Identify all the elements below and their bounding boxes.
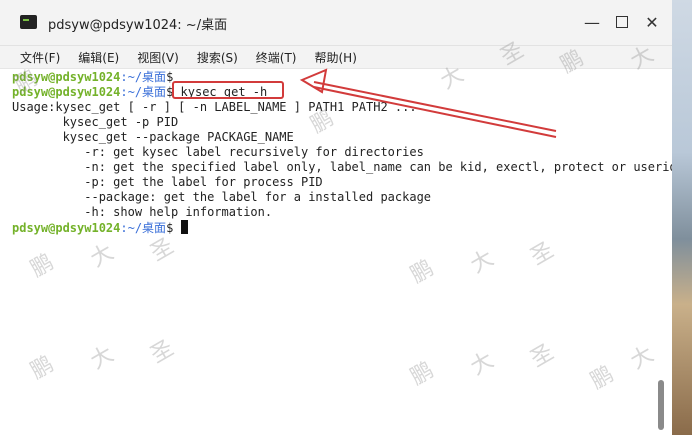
terminal-app-icon — [20, 15, 37, 29]
menu-view[interactable]: 视图(V) — [137, 49, 179, 66]
output-line: kysec_get -p PID — [12, 115, 179, 129]
output-line: Usage:kysec_get [ -r ] [ -n LABEL_NAME ]… — [12, 100, 417, 114]
prompt-line-3: pdsyw@pdsyw1024:~/桌面$ — [12, 220, 188, 236]
annotation-highlight-box — [172, 81, 284, 99]
menu-terminal[interactable]: 终端(T) — [256, 49, 297, 66]
close-button[interactable]: ✕ — [642, 12, 662, 32]
prompt-path: :~/桌面 — [120, 70, 167, 84]
prompt-user: pdsyw@pdsyw1024 — [12, 70, 121, 84]
output-line: --package: get the label for a installed… — [12, 190, 432, 204]
prompt-line-1: pdsyw@pdsyw1024:~/桌面$ — [12, 70, 173, 85]
text-cursor — [180, 220, 188, 234]
close-icon: ✕ — [645, 12, 659, 32]
output-line: -n: get the specified label only, label_… — [12, 160, 672, 174]
prompt-user: pdsyw@pdsyw1024 — [12, 221, 121, 235]
prompt-user: pdsyw@pdsyw1024 — [12, 85, 121, 99]
prompt-symbol: $ — [166, 221, 174, 235]
menu-bar: 文件(F) 编辑(E) 视图(V) 搜索(S) 终端(T) 帮助(H) — [0, 46, 672, 69]
maximize-icon — [616, 16, 628, 28]
maximize-button[interactable] — [612, 12, 632, 32]
minimize-button[interactable]: — — [582, 12, 602, 32]
output-line: kysec_get --package PACKAGE_NAME — [12, 130, 294, 144]
output-line: -h: show help information. — [12, 205, 273, 219]
title-bar: pdsyw@pdsyw1024: ~/桌面 — ✕ — [0, 0, 672, 46]
output-line: -p: get the label for process PID — [12, 175, 323, 189]
menu-edit[interactable]: 编辑(E) — [78, 49, 119, 66]
menu-help[interactable]: 帮助(H) — [315, 49, 357, 66]
minimize-icon: — — [584, 12, 600, 32]
prompt-path: :~/桌面 — [120, 85, 167, 99]
terminal-scrollbar[interactable] — [658, 380, 664, 430]
menu-file[interactable]: 文件(F) — [20, 49, 60, 66]
prompt-path: :~/桌面 — [120, 221, 167, 235]
menu-search[interactable]: 搜索(S) — [197, 49, 238, 66]
output-line: -r: get kysec label recursively for dire… — [12, 145, 424, 159]
terminal-window: pdsyw@pdsyw1024: ~/桌面 — ✕ 文件(F) 编辑(E) 视图… — [0, 0, 672, 435]
terminal-output-area[interactable]: pdsyw@pdsyw1024:~/桌面$ pdsyw@pdsyw1024:~/… — [0, 70, 672, 435]
window-title: pdsyw@pdsyw1024: ~/桌面 — [48, 18, 228, 33]
